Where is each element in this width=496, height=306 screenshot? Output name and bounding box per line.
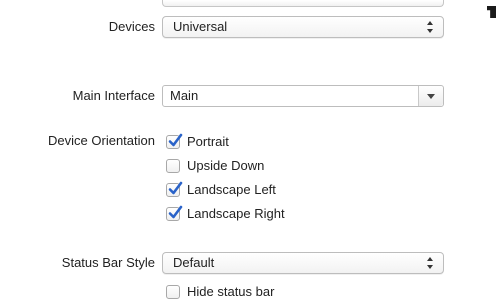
- main-interface-value: Main: [170, 88, 199, 103]
- orientation-portrait-label: Portrait: [187, 134, 229, 149]
- checkbox-unchecked-icon: [166, 285, 180, 299]
- main-interface-dropdown-button[interactable]: [418, 86, 443, 106]
- main-interface-label: Main Interface: [72, 88, 155, 103]
- orientation-landscape-right-label: Landscape Right: [187, 206, 285, 221]
- devices-label: Devices: [108, 19, 155, 34]
- orientation-upside-down-label: Upside Down: [187, 158, 265, 173]
- device-orientation-label: Device Orientation: [48, 133, 155, 148]
- main-interface-combobox[interactable]: Main: [162, 85, 444, 107]
- status-bar-style-value: Default: [173, 255, 215, 270]
- devices-popup[interactable]: Universal: [162, 16, 444, 38]
- chevron-down-icon: [427, 94, 435, 99]
- checkbox-checked-icon: [166, 205, 183, 221]
- resize-corner-icon: [487, 6, 496, 18]
- orientation-landscape-left-label: Landscape Left: [187, 182, 276, 197]
- checkbox-unchecked-icon: [166, 159, 180, 173]
- checkbox-checked-icon: [166, 133, 183, 149]
- updown-arrows-icon: [427, 21, 434, 33]
- devices-value: Universal: [173, 19, 228, 34]
- hide-status-bar-label: Hide status bar: [187, 284, 275, 299]
- updown-arrows-icon: [427, 257, 434, 269]
- previous-popup-edge: [162, 0, 444, 7]
- checkbox-checked-icon: [166, 181, 183, 197]
- status-bar-style-popup[interactable]: Default: [162, 252, 444, 274]
- status-bar-style-label: Status Bar Style: [61, 255, 155, 270]
